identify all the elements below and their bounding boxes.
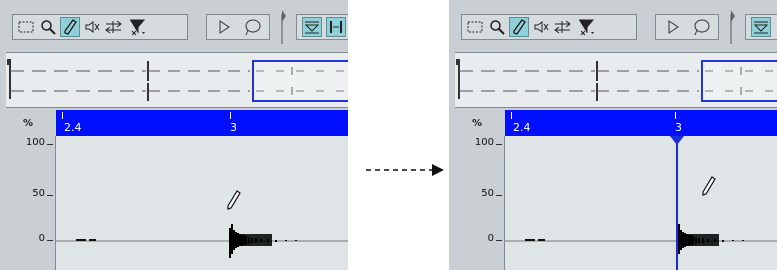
speaker-mute-icon [85,21,100,33]
pencil-cursor-icon [702,176,716,196]
draw-tool[interactable] [509,17,529,37]
ruler-corner-label: % [22,117,34,129]
y-label-100: 100 [474,137,494,148]
quantize-tool[interactable] [577,17,597,37]
ruler-label-left: 2.4 [64,121,82,134]
y-tick [47,240,53,241]
transition-arrow-icon [366,164,444,176]
editor-window-after: % 2.4 3 100 50 0 [449,0,777,270]
dotted-rectangle-icon [18,21,34,33]
time-warp-tool[interactable] [104,17,124,37]
mute-tool[interactable] [531,17,551,37]
mute-tool[interactable] [82,17,102,37]
zoom-tool[interactable] [487,17,507,37]
play-triangle-icon [219,20,230,34]
ruler[interactable]: 2.4 3 [56,110,348,136]
time-warp-tool[interactable] [553,17,573,37]
ruler-tick [62,112,63,119]
loop-tool[interactable] [242,17,262,37]
ruler-tick [230,112,231,119]
ruler-tick [511,112,512,119]
y-tick [496,240,502,241]
loop-lasso-icon [245,19,261,36]
pin-icon [730,10,735,44]
y-label-50: 50 [32,188,45,199]
quantize-tool[interactable] [128,17,148,37]
controller-lane[interactable] [56,136,348,270]
range-select-tool[interactable] [16,17,36,37]
ruler-label-bar: 3 [230,121,237,134]
auto-scroll-icon [304,21,320,34]
pencil-icon [64,19,77,35]
y-label-0: 0 [487,233,494,244]
y-tick [47,144,53,145]
play-tool[interactable] [214,17,234,37]
overview-view-rect[interactable] [701,60,777,102]
magnifier-icon [490,20,505,35]
loop-tool[interactable] [691,17,711,37]
quantize-icon [130,19,146,36]
y-tick [496,144,502,145]
ruler-label-left: 2.4 [513,121,531,134]
draw-tool[interactable] [60,17,80,37]
play-triangle-icon [668,20,679,34]
toolbar [449,0,777,52]
y-tick [47,195,53,196]
snap-icon [330,21,342,33]
y-tick [496,195,502,196]
overview-strip[interactable] [455,52,777,108]
magnifier-icon [41,20,56,35]
pin-icon [281,10,286,44]
quantize-icon [579,19,595,36]
ruler-row: % 2.4 3 [0,110,348,136]
speaker-mute-icon [534,21,549,33]
zoom-tool[interactable] [38,17,58,37]
waveform-display [56,224,348,258]
play-tool[interactable] [663,17,683,37]
y-label-100: 100 [25,137,45,148]
dotted-rectangle-icon [467,21,483,33]
auto-scroll-tool[interactable] [302,17,322,37]
position-cursor[interactable] [667,136,687,270]
warp-arrows-icon [554,20,571,34]
y-axis: 100 50 0 [449,136,505,270]
pencil-icon [513,19,526,35]
editor-window-before: % 2.4 3 100 50 0 [0,0,348,270]
overview-strip[interactable] [6,52,348,108]
pencil-cursor-icon [227,190,241,210]
ruler-tick [675,112,676,119]
y-label-50: 50 [481,188,494,199]
auto-scroll-tool[interactable] [751,17,771,37]
warp-arrows-icon [105,20,122,34]
loop-lasso-icon [694,19,710,36]
ruler-corner-label: % [471,117,483,129]
ruler-row: % 2.4 3 [449,110,777,136]
ruler[interactable]: 2.4 3 [505,110,777,136]
overview-view-rect[interactable] [252,60,348,102]
controller-lane[interactable] [505,136,777,270]
y-axis: 100 50 0 [0,136,56,270]
ruler-label-bar: 3 [675,121,682,134]
snap-tool[interactable] [326,17,346,37]
waveform-display [505,224,777,258]
toolbar [0,0,348,52]
y-label-0: 0 [38,233,45,244]
range-select-tool[interactable] [465,17,485,37]
auto-scroll-icon [753,21,769,34]
